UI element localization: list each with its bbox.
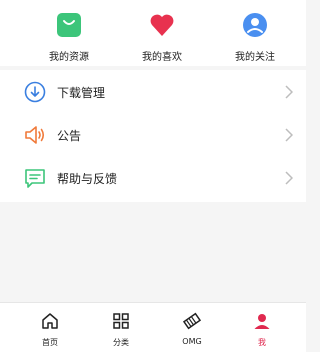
menu-item-label: 帮助与反馈	[57, 172, 118, 186]
ticket-icon	[182, 312, 202, 330]
bottom-tab-bar: 首页 分类 OMG 我	[0, 302, 306, 352]
grid-icon	[113, 313, 129, 329]
menu-item-help-feedback[interactable]: 帮助与反馈	[0, 156, 306, 200]
quick-link-label: 我的资源	[49, 52, 89, 63]
quick-links-bar: 我的资源 我的喜欢 我的关注	[0, 0, 306, 66]
quick-link-label: 我的喜欢	[142, 52, 182, 63]
tab-label: 分类	[113, 338, 129, 347]
home-icon	[42, 313, 58, 329]
chevron-right-icon	[285, 85, 293, 99]
tab-label: 我	[258, 338, 266, 347]
tab-me[interactable]: 我	[227, 303, 297, 348]
feedback-icon	[25, 169, 45, 188]
speaker-icon	[25, 126, 45, 144]
chevron-right-icon	[285, 128, 293, 142]
quick-link-label: 我的关注	[235, 52, 275, 63]
tab-label: 首页	[42, 338, 58, 347]
heart-icon	[150, 14, 174, 37]
menu-item-label: 公告	[57, 129, 82, 143]
chevron-right-icon	[285, 171, 293, 185]
person-icon	[254, 314, 270, 329]
menu-item-announcement[interactable]: 公告	[0, 113, 306, 157]
quick-link-following[interactable]: 我的关注	[204, 12, 306, 63]
quick-link-resources[interactable]: 我的资源	[18, 12, 120, 63]
download-icon	[24, 81, 46, 103]
user-icon	[243, 13, 267, 37]
tab-category[interactable]: 分类	[86, 303, 156, 348]
menu-item-label: 下载管理	[57, 86, 106, 100]
tab-label: OMG	[182, 337, 202, 346]
tab-home[interactable]: 首页	[15, 303, 85, 348]
menu-item-downloads[interactable]: 下载管理	[0, 70, 306, 114]
tab-omg[interactable]: OMG	[157, 303, 227, 346]
settings-menu: 下载管理 公告 帮助与反馈	[0, 70, 306, 202]
quick-link-favorites[interactable]: 我的喜欢	[111, 12, 213, 63]
bag-icon	[57, 13, 81, 37]
